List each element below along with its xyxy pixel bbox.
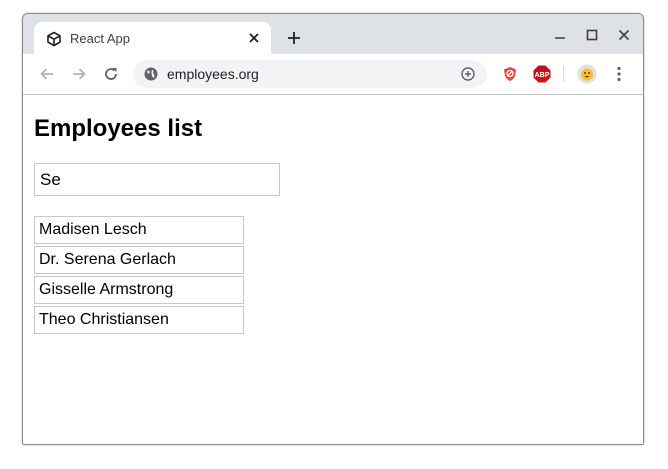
employee-list-item: Theo Christiansen xyxy=(34,306,244,334)
employee-list-item: Madisen Lesch xyxy=(34,216,244,244)
tab-react-app[interactable]: React App xyxy=(34,22,271,54)
tab-strip: React App xyxy=(23,14,643,54)
toolbar-separator xyxy=(563,66,564,82)
reload-icon[interactable] xyxy=(103,66,119,82)
browser-toolbar: employees.org ABP xyxy=(23,54,643,95)
shield-extension-icon[interactable] xyxy=(500,64,520,84)
employee-list-item: Dr. Serena Gerlach xyxy=(34,246,244,274)
adblock-plus-icon[interactable]: ABP xyxy=(532,64,552,84)
page-content: Employees list Madisen Lesch Dr. Serena … xyxy=(23,95,643,444)
close-icon[interactable] xyxy=(247,31,261,45)
tab-title: React App xyxy=(70,31,130,46)
cube-icon xyxy=(47,31,61,47)
plus-icon[interactable] xyxy=(286,30,302,46)
back-arrow-icon[interactable] xyxy=(39,66,55,82)
browser-window: React App employees.org ABP Employees li… xyxy=(22,13,644,445)
maximize-icon[interactable] xyxy=(585,28,599,42)
window-close-icon[interactable] xyxy=(617,28,631,42)
page-title: Employees list xyxy=(34,115,203,142)
url-text: employees.org xyxy=(167,66,259,82)
kebab-menu-icon[interactable] xyxy=(609,64,629,84)
address-bar[interactable]: employees.org xyxy=(133,60,487,88)
forward-arrow-icon[interactable] xyxy=(71,66,87,82)
search-input[interactable] xyxy=(34,163,280,196)
profile-avatar-icon[interactable] xyxy=(577,64,597,84)
employee-list: Madisen Lesch Dr. Serena Gerlach Gissell… xyxy=(34,216,244,336)
add-circle-icon[interactable] xyxy=(460,66,476,82)
minimize-icon[interactable] xyxy=(553,28,567,42)
employee-list-item: Gisselle Armstrong xyxy=(34,276,244,304)
adblock-label: ABP xyxy=(535,72,550,79)
globe-icon[interactable] xyxy=(143,66,159,82)
